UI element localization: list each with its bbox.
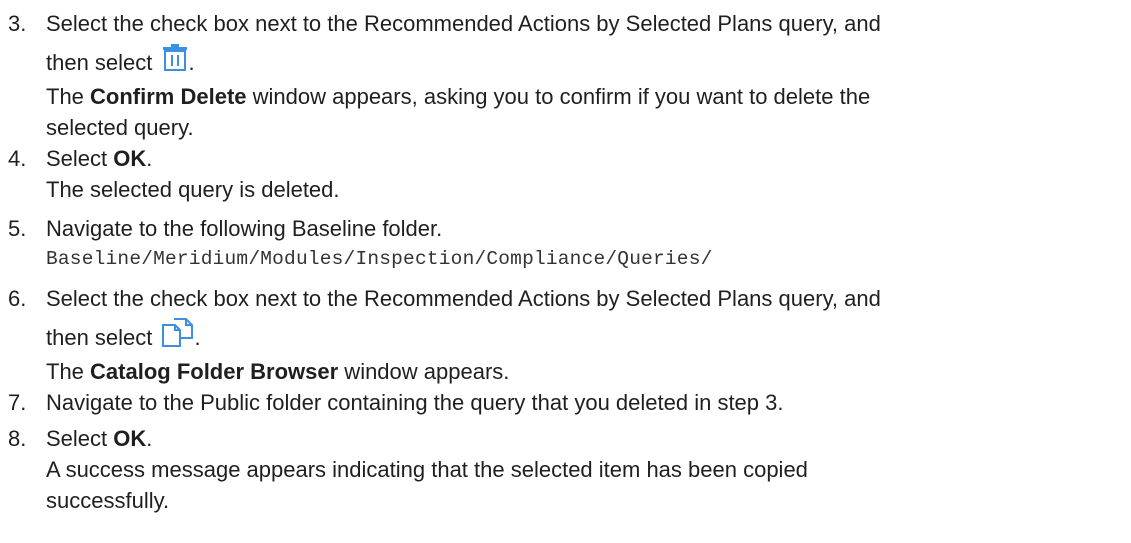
step-number: 3. bbox=[8, 11, 27, 36]
step-instruction: Select the check box next to the Recomme… bbox=[46, 11, 881, 36]
step-instruction: Select the check box next to the Recomme… bbox=[46, 286, 881, 311]
ok-label: OK bbox=[113, 146, 147, 171]
step-number: 7. bbox=[8, 390, 27, 415]
step-number: 4. bbox=[8, 146, 27, 171]
step-instruction: Navigate to the following Baseline folde… bbox=[46, 216, 443, 241]
folder-path: Baseline/Meridium/Modules/Inspection/Com… bbox=[46, 248, 713, 270]
step-instruction-cont: then select bbox=[46, 50, 153, 75]
step-instruction-cont: then select bbox=[46, 325, 153, 350]
ok-label: OK bbox=[113, 426, 147, 451]
step-result-cont: successfully. bbox=[46, 488, 170, 513]
step-result: The selected query is deleted. bbox=[46, 177, 340, 202]
step-instruction: Navigate to the Public folder containing… bbox=[46, 390, 784, 415]
copy-icon bbox=[161, 318, 195, 356]
dialog-name: Catalog Folder Browser bbox=[90, 359, 339, 384]
dialog-name: Confirm Delete bbox=[90, 84, 247, 109]
step-result: A success message appears indicating tha… bbox=[46, 457, 808, 482]
step-number: 8. bbox=[8, 426, 27, 451]
trash-icon bbox=[161, 43, 189, 81]
step-number: 5. bbox=[8, 216, 27, 241]
step-number: 6. bbox=[8, 286, 27, 311]
